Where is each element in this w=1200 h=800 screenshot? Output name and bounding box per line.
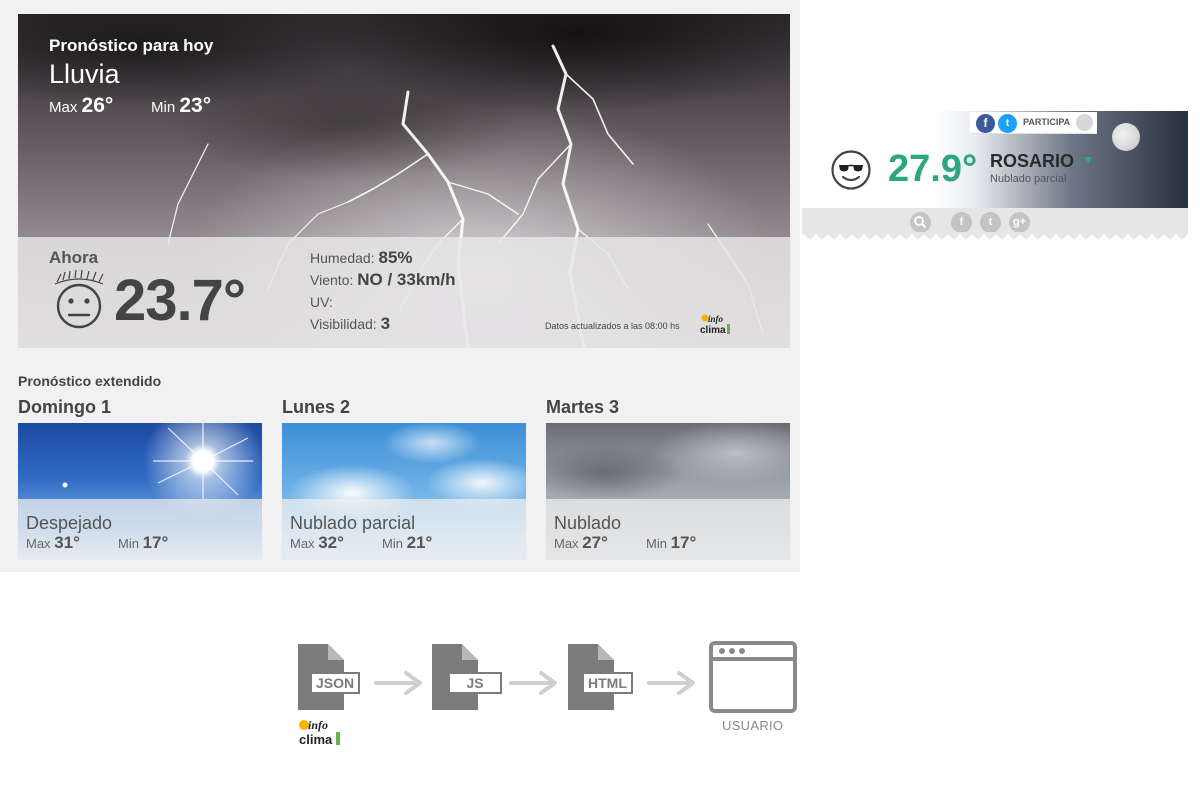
day-condition: Nublado parcial: [290, 513, 416, 533]
day-min-value: 17°: [670, 533, 697, 552]
infoclima-logo: info clima: [299, 718, 340, 747]
neutral-face-icon: [54, 270, 104, 329]
day-max-value: 31°: [54, 533, 80, 552]
now-label: Ahora: [49, 248, 99, 267]
day-min-label: Min: [382, 536, 403, 551]
current-conditions: Ahora 23.7° Humedad: 85% Viento: NO / 33…: [18, 237, 790, 348]
chevron-down-icon[interactable]: [1084, 157, 1092, 164]
browser-window-icon: [709, 641, 797, 713]
facebook-icon[interactable]: f: [976, 114, 995, 133]
json-file-icon: JSON: [296, 642, 368, 712]
day-min-value: 21°: [406, 533, 433, 552]
humidity-value: 85%: [378, 248, 413, 267]
uv-row: UV:: [310, 291, 456, 313]
file-label: HTML: [582, 672, 633, 694]
today-min: Min 23°: [151, 94, 211, 118]
humidity-row: Humedad: 85%: [310, 247, 456, 269]
browser-bar: [713, 657, 793, 661]
arrow-right-icon: [509, 671, 557, 695]
sunglasses-face-icon: [831, 150, 871, 190]
day-min: Min 21°: [382, 533, 432, 553]
browser-dot: [739, 648, 745, 654]
day-condition: Nublado: [554, 513, 622, 533]
mini-toolbar: f t g+: [802, 208, 1188, 234]
html-file-icon: HTML: [566, 642, 638, 712]
sunny-sky-image: Despejado Max 31° Min 17°: [18, 423, 262, 560]
day-max-value: 27°: [582, 533, 608, 552]
current-details: Humedad: 85% Viento: NO / 33km/h UV: Vis…: [310, 247, 456, 335]
today-max-value: 26°: [81, 94, 114, 117]
visibility-label: Visibilidad:: [310, 316, 377, 332]
user-icon[interactable]: [1076, 114, 1093, 131]
day-max-value: 32°: [318, 533, 344, 552]
twitter-icon[interactable]: t: [998, 114, 1017, 133]
participa-link[interactable]: PARTICIPA: [1023, 117, 1070, 127]
forecast-day-2[interactable]: Lunes 2 Nublado parcial Max 32° Min 21°: [282, 397, 526, 560]
day-min-label: Min: [646, 536, 667, 551]
mini-weather-widget: f t PARTICIPA 27.9° ROSARIO Nublado parc…: [802, 111, 1188, 208]
file-label: JSON: [310, 672, 361, 694]
zigzag-edge: [802, 232, 1188, 240]
sun-rays-icon: [62, 423, 253, 499]
day-max: Max 27°: [554, 533, 608, 553]
today-forecast-title: Pronóstico para hoy: [49, 36, 214, 55]
infoclima-logo: info clima: [700, 314, 730, 336]
mini-condition: Nublado parcial: [990, 173, 1067, 185]
browser-dot: [719, 648, 725, 654]
twitter-icon[interactable]: t: [980, 212, 1001, 233]
social-bar: f t PARTICIPA: [970, 112, 1097, 134]
js-file-icon: JS: [430, 642, 502, 712]
forecast-day-3[interactable]: Martes 3 Nublado Max 27° Min 17°: [546, 397, 790, 560]
day-max: Max 32°: [290, 533, 344, 553]
day-name: Lunes 2: [282, 397, 351, 417]
day-max: Max 31°: [26, 533, 80, 553]
wind-value: NO / 33km/h: [357, 270, 456, 289]
today-max-label: Max: [49, 99, 78, 116]
day-max-label: Max: [290, 536, 315, 551]
day-min-value: 17°: [142, 533, 169, 552]
updated-timestamp: Datos actualizados a las 08:00 hs: [545, 321, 680, 331]
arrow-right-icon: [374, 671, 422, 695]
visibility-value: 3: [380, 314, 391, 333]
today-forecast-card: Pronóstico para hoy Lluvia Max 26° Min 2…: [18, 14, 790, 348]
file-label: JS: [448, 672, 502, 694]
browser-dot: [729, 648, 735, 654]
arrow-right-icon: [647, 671, 695, 695]
googleplus-icon[interactable]: g+: [1009, 212, 1030, 233]
day-min: Min 17°: [646, 533, 696, 553]
facebook-icon[interactable]: f: [951, 212, 972, 233]
humidity-label: Humedad:: [310, 250, 375, 266]
day-name: Domingo 1: [18, 397, 111, 417]
search-icon[interactable]: [910, 212, 931, 233]
cloudy-sky-image: Nublado Max 27° Min 17°: [546, 423, 790, 560]
extended-forecast-title: Pronóstico extendido: [18, 373, 162, 389]
today-min-value: 23°: [179, 94, 212, 117]
wind-row: Viento: NO / 33km/h: [310, 269, 456, 291]
wind-label: Viento:: [310, 272, 354, 288]
today-min-label: Min: [151, 99, 176, 116]
day-condition: Despejado: [26, 513, 113, 533]
day-max-label: Max: [554, 536, 579, 551]
svg-text:clima: clima: [299, 732, 333, 747]
moon-image: [1112, 123, 1140, 151]
svg-text:clima: clima: [700, 325, 726, 336]
today-condition: Lluvia: [49, 59, 120, 89]
svg-text:info: info: [708, 314, 724, 324]
current-temperature: 23.7°: [114, 268, 246, 333]
day-min: Min 17°: [118, 533, 168, 553]
svg-text:info: info: [308, 718, 328, 732]
mini-temperature: 27.9°: [888, 148, 978, 190]
day-max-label: Max: [26, 536, 51, 551]
forecast-day-1[interactable]: Domingo 1 Despejado Max 31° Min 17°: [18, 397, 262, 560]
day-min-label: Min: [118, 536, 139, 551]
city-selector[interactable]: ROSARIO: [990, 151, 1074, 172]
weather-panel: Pronóstico para hoy Lluvia Max 26° Min 2…: [0, 0, 800, 572]
partly-cloudy-sky-image: Nublado parcial Max 32° Min 21°: [282, 423, 526, 560]
usuario-label: USUARIO: [722, 718, 784, 733]
uv-label: UV:: [310, 294, 333, 310]
day-name: Martes 3: [546, 397, 620, 417]
visibility-row: Visibilidad: 3: [310, 313, 456, 335]
today-max: Max 26°: [49, 94, 113, 118]
